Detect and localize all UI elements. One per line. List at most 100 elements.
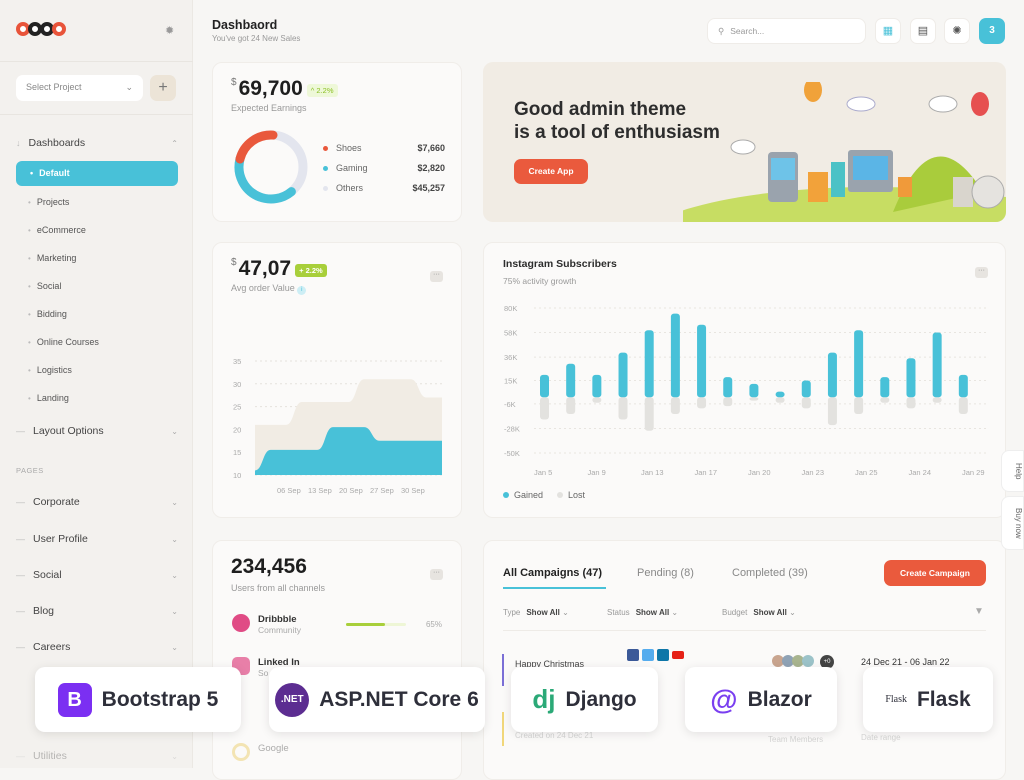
- add-project-button[interactable]: +: [150, 75, 176, 101]
- bar-gained[interactable]: [775, 391, 785, 398]
- legend-item-gained[interactable]: Gained: [503, 490, 543, 500]
- channel-name: Google: [258, 743, 289, 754]
- nav-group-utilities[interactable]: — Utilities ⌄: [16, 750, 178, 762]
- bar-gained[interactable]: [723, 377, 733, 398]
- nav-group-blog[interactable]: — Blog ⌄: [16, 605, 178, 617]
- bar-lost[interactable]: [566, 397, 576, 414]
- bar-gained[interactable]: [592, 374, 602, 398]
- help-tab[interactable]: Help: [1001, 450, 1024, 492]
- sidebar-item-online-courses[interactable]: • Online Courses: [28, 337, 99, 347]
- bar-lost[interactable]: [592, 397, 602, 403]
- more-options-button[interactable]: ···: [430, 271, 443, 282]
- sidebar-item-logistics[interactable]: • Logistics: [28, 365, 72, 375]
- channel-row-google: Google: [232, 743, 442, 761]
- x-tick-label: 13 Sep: [308, 486, 332, 495]
- chevron-up-icon: ⌃: [171, 138, 178, 148]
- legend-dot: [557, 492, 564, 498]
- nav-group-layout-options[interactable]: — Layout Options ⌄: [16, 425, 178, 437]
- bar-gained[interactable]: [932, 332, 942, 398]
- sidebar-item-social[interactable]: • Social: [28, 281, 61, 291]
- filter-value: Show All: [635, 608, 670, 617]
- info-icon[interactable]: i: [297, 286, 307, 295]
- bar-gained[interactable]: [801, 380, 811, 398]
- buy-now-tab[interactable]: Buy now: [1001, 496, 1024, 550]
- bar-lost[interactable]: [854, 397, 864, 414]
- create-app-button[interactable]: Create App: [514, 159, 588, 184]
- legend-item-lost[interactable]: Lost: [557, 490, 585, 500]
- tab-completed[interactable]: Completed (39): [732, 567, 808, 579]
- nav-group-user-profile[interactable]: — User Profile ⌄: [16, 533, 178, 545]
- divider: [503, 630, 986, 631]
- apps-grid-button[interactable]: ▦: [875, 18, 901, 44]
- bar-lost[interactable]: [618, 397, 628, 420]
- donut-slice-shoes[interactable]: [235, 130, 278, 164]
- sidebar-item-projects[interactable]: • Projects: [28, 197, 69, 207]
- bullet-icon: •: [28, 253, 31, 263]
- bar-lost[interactable]: [723, 397, 733, 407]
- sidebar: ✹ Select Project ⌄ + ↓ Dashboards ⌃ • Defaul…: [0, 0, 193, 768]
- project-select[interactable]: Select Project ⌄: [16, 75, 143, 101]
- x-tick-label: Jan 17: [695, 468, 718, 477]
- nav-group-careers[interactable]: — Careers ⌄: [16, 641, 178, 653]
- x-tick-label: Jan 29: [962, 468, 985, 477]
- dash-icon: —: [16, 570, 25, 580]
- bar-lost[interactable]: [749, 397, 759, 401]
- bar-gained[interactable]: [697, 324, 707, 398]
- sidebar-item-bidding[interactable]: • Bidding: [28, 309, 67, 319]
- bar-gained[interactable]: [827, 352, 837, 398]
- more-options-button[interactable]: ···: [430, 569, 443, 580]
- bar-gained[interactable]: [958, 374, 968, 398]
- bar-gained[interactable]: [566, 363, 576, 398]
- settings-gear-icon[interactable]: ✹: [165, 24, 174, 37]
- bar-gained[interactable]: [644, 330, 654, 398]
- bar-lost[interactable]: [801, 397, 811, 409]
- bar-lost[interactable]: [932, 397, 942, 403]
- facebook-icon: [627, 649, 639, 661]
- nav-group-dashboards[interactable]: ↓ Dashboards ⌃: [16, 137, 178, 149]
- theme-toggle-button[interactable]: ✺: [944, 18, 970, 44]
- bar-lost[interactable]: [880, 397, 890, 403]
- bar-gained[interactable]: [880, 377, 890, 398]
- bar-lost[interactable]: [644, 397, 654, 431]
- bar-lost[interactable]: [958, 397, 968, 414]
- sidebar-item-marketing[interactable]: • Marketing: [28, 253, 76, 263]
- nav-group-social[interactable]: — Social ⌄: [16, 569, 178, 581]
- sidebar-item-default[interactable]: • Default: [16, 161, 178, 186]
- search-input[interactable]: ⚲ Search...: [707, 18, 866, 44]
- more-options-button[interactable]: ···: [975, 267, 988, 278]
- nav-group-corporate[interactable]: — Corporate ⌄: [16, 496, 178, 508]
- tab-pending[interactable]: Pending (8): [637, 567, 694, 579]
- good-logo[interactable]: [16, 22, 66, 40]
- bar-lost[interactable]: [827, 397, 837, 426]
- linkedin-icon: [657, 649, 669, 661]
- filter-type[interactable]: Type Show All ⌄: [503, 608, 569, 617]
- sidebar-item-landing[interactable]: • Landing: [28, 393, 69, 403]
- tab-all-campaigns[interactable]: All Campaigns (47): [503, 567, 602, 579]
- donut-slice-gaming[interactable]: [234, 154, 264, 202]
- bar-gained[interactable]: [749, 383, 759, 398]
- filter-budget[interactable]: Budget Show All ⌄: [722, 608, 796, 617]
- instagram-card: Instagram Subscribers 75% activity growt…: [483, 242, 1006, 518]
- bar-lost[interactable]: [540, 397, 549, 420]
- bar-lost[interactable]: [906, 397, 916, 409]
- donut-slice-gaming-2[interactable]: [254, 187, 296, 204]
- bar-gained[interactable]: [618, 352, 628, 398]
- create-campaign-button[interactable]: Create Campaign: [884, 560, 986, 586]
- filter-status[interactable]: Status Show All ⌄: [607, 608, 678, 617]
- notification-badge[interactable]: 3: [979, 18, 1005, 44]
- legend-item-gaming: Gaming $2,820: [323, 163, 445, 173]
- tech-badge-blazor: @ Blazor: [685, 667, 837, 732]
- bar-gained[interactable]: [906, 358, 916, 398]
- bar-gained[interactable]: [670, 313, 680, 398]
- filter-funnel-icon[interactable]: ▼: [974, 606, 984, 617]
- bar-lost[interactable]: [697, 397, 707, 409]
- sidebar-item-ecommerce[interactable]: • eCommerce: [28, 225, 86, 235]
- x-tick-label: 27 Sep: [370, 486, 394, 495]
- messages-button[interactable]: ▤: [910, 18, 936, 44]
- y-tick-label: 30: [233, 380, 241, 389]
- bar-gained[interactable]: [540, 374, 549, 398]
- bar-lost[interactable]: [775, 397, 785, 403]
- bar-gained[interactable]: [854, 330, 864, 398]
- y-tick-label: -6K: [504, 400, 516, 409]
- bar-lost[interactable]: [670, 397, 680, 414]
